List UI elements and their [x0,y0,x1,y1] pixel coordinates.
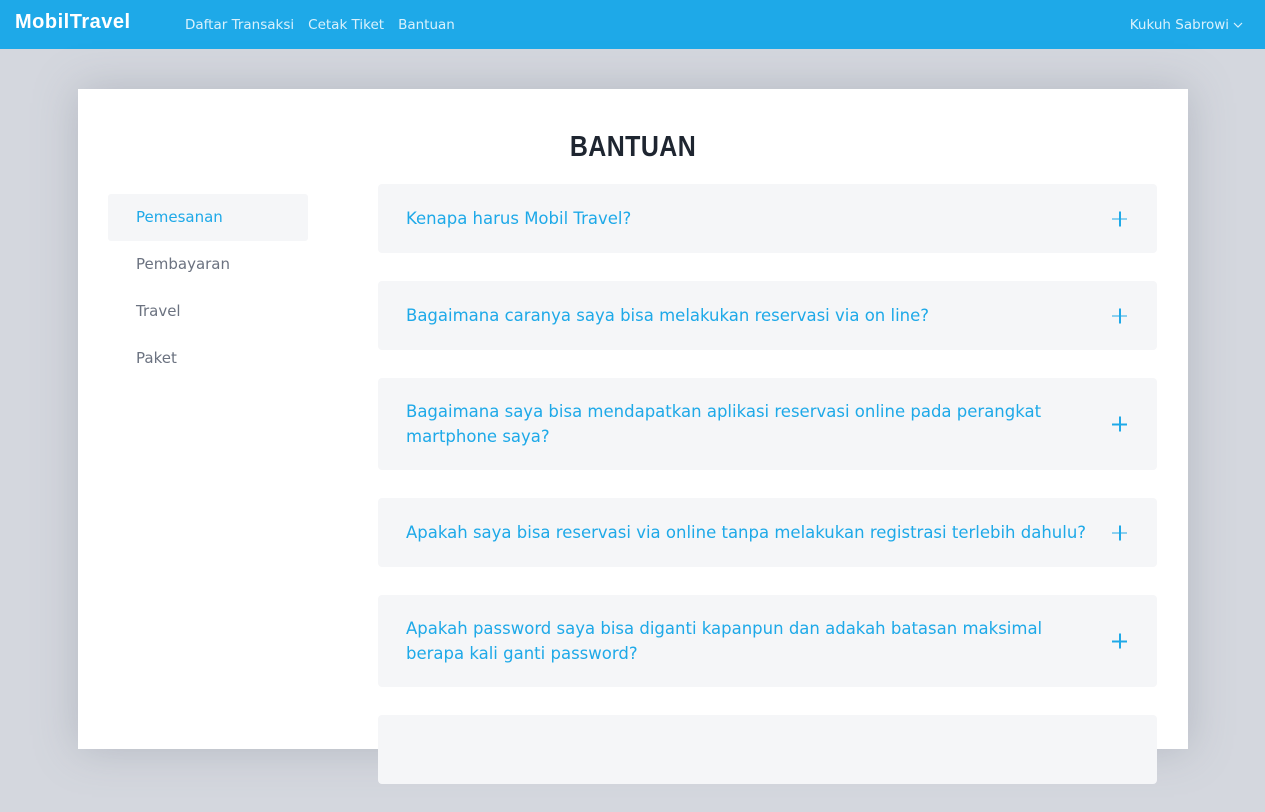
plus-icon[interactable] [1112,416,1127,432]
faq-item[interactable]: Apakah password saya bisa diganti kapanp… [378,595,1157,687]
page-title: BANTUAN [569,131,697,163]
faq-question: Bagaimana saya bisa mendapatkan aplikasi… [406,402,1042,446]
faq-question: Apakah password saya bisa diganti kapanp… [406,619,1043,663]
sidebar-item-paket[interactable]: Paket [108,335,308,381]
faq-item[interactable]: Apakah saya bisa reservasi via online ta… [378,498,1157,567]
faq-question: Apakah saya bisa reservasi via online ta… [406,523,1087,542]
user-name: Kukuh Sabrowi [1129,17,1229,33]
faq-item[interactable]: Bagaimana saya bisa mendapatkan aplikasi… [378,378,1157,470]
faq-item-partial[interactable] [378,715,1157,784]
faq-accordion: Kenapa harus Mobil Travel? Bagaimana car… [378,184,1157,812]
top-navbar: MobilTravel Daftar Transaksi Cetak Tiket… [0,0,1265,49]
sidebar-item-pembayaran[interactable]: Pembayaran [108,241,308,288]
nav-cetak-tiket[interactable]: Cetak Tiket [308,16,384,34]
main-nav: Daftar Transaksi Cetak Tiket Bantuan [185,16,469,34]
faq-item[interactable]: Kenapa harus Mobil Travel? [378,184,1157,253]
user-menu[interactable]: Kukuh Sabrowi [1130,16,1243,34]
chevron-down-icon [1233,22,1243,28]
faq-question: Kenapa harus Mobil Travel? [406,209,632,228]
sidebar-item-travel[interactable]: Travel [108,288,308,335]
nav-bantuan[interactable]: Bantuan [398,16,455,34]
sidebar-item-pemesanan[interactable]: Pemesanan [108,194,308,241]
plus-icon[interactable] [1112,211,1127,226]
faq-question: Bagaimana caranya saya bisa melakukan re… [406,306,930,325]
nav-daftar-transaksi[interactable]: Daftar Transaksi [185,16,294,34]
faq-item[interactable]: Bagaimana caranya saya bisa melakukan re… [378,281,1157,350]
brand-logo[interactable]: MobilTravel [15,11,131,33]
plus-icon[interactable] [1112,525,1127,540]
plus-icon[interactable] [1112,308,1127,323]
plus-icon[interactable] [1112,633,1127,649]
help-card: BANTUAN Pemesanan Pembayaran Travel Pake… [78,89,1188,784]
help-category-sidebar: Pemesanan Pembayaran Travel Paket [108,194,308,381]
